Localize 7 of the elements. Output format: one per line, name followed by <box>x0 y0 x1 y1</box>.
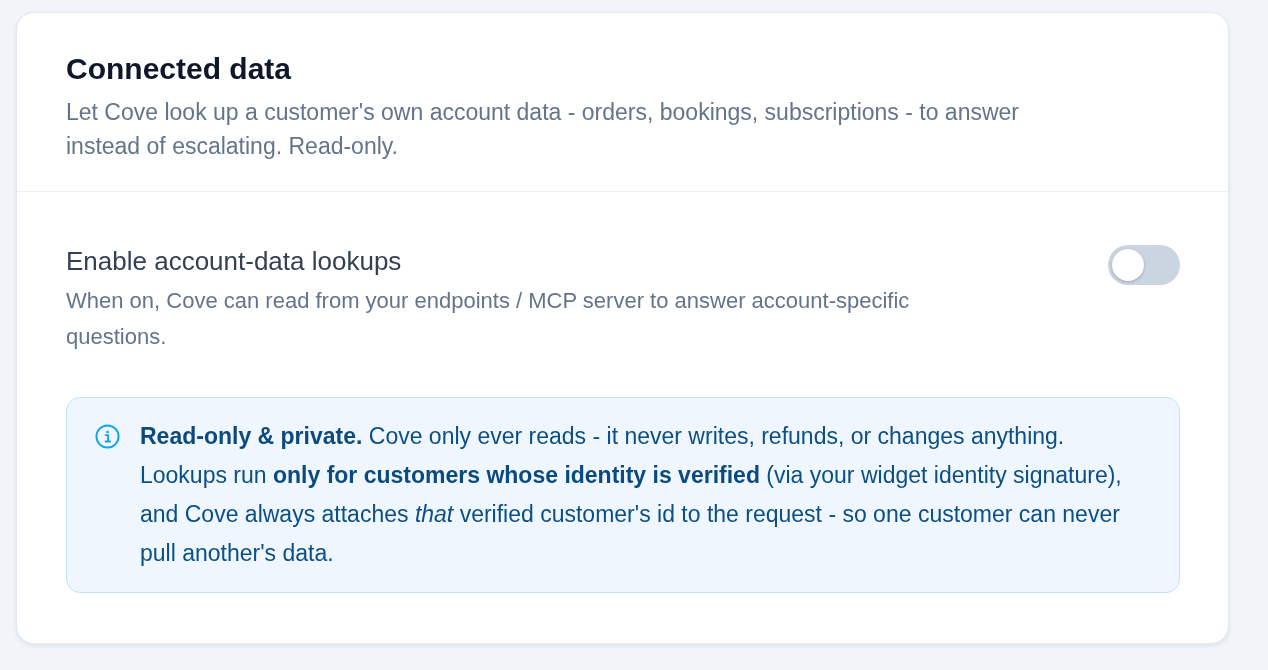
toggle-switch[interactable] <box>1108 245 1180 285</box>
setting-label: Enable account-data lookups <box>66 245 402 277</box>
notice-text: Read-only & private. Cove only ever reads - it never writes, refunds, or changes anything. Lookups run only for customers whose identity is verified (via your widget identity signature), and Cove always attaches that verified customer's id to the request - so one customer can never pull another's data. <box>140 422 1123 568</box>
section-description: Let Cove look up a customer's own account data - orders, bookings, subscriptions - to answer instead of escalating. Read-only. <box>66 98 1020 161</box>
setting-description: When on, Cove can read from your endpoints / MCP server to answer account-specific questions. <box>66 287 911 351</box>
section-title: Connected data <box>66 51 293 87</box>
info-icon <box>95 424 120 449</box>
